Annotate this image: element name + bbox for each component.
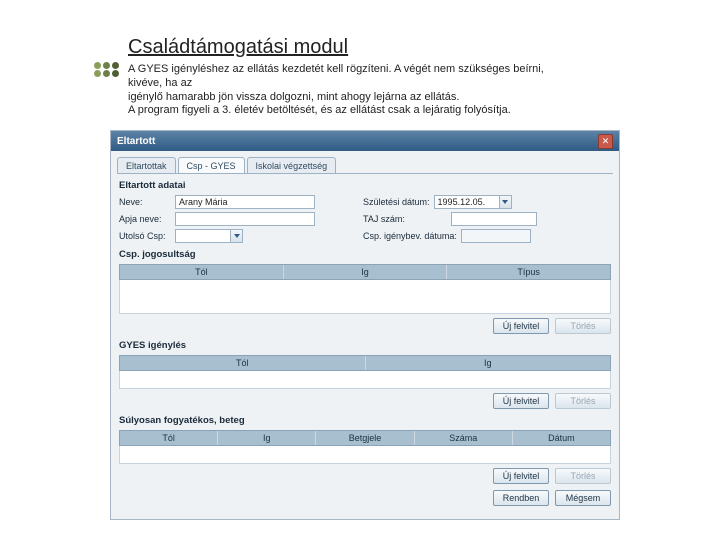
tab-csp-gyes[interactable]: Csp - GYES xyxy=(178,157,245,173)
field-apja[interactable] xyxy=(175,212,315,226)
intro-paragraph: A GYES igényléshez az ellátás kezdetét k… xyxy=(128,63,658,118)
grid2-uj-button[interactable]: Új felvitel xyxy=(493,393,549,409)
page-title: Családtámogatási modul xyxy=(128,36,348,59)
tabstrip: Eltartottak Csp - GYES Iskolai végzettsé… xyxy=(117,157,613,174)
tab-eltartottak[interactable]: Eltartottak xyxy=(117,157,176,173)
bullet-graphic xyxy=(94,62,121,78)
tab-iskolai[interactable]: Iskolai végzettség xyxy=(247,157,337,173)
grid3-col-betgjele[interactable]: Betgjele xyxy=(316,431,414,445)
date-dropdown-icon[interactable] xyxy=(500,195,512,209)
field-neve[interactable]: Arany Mária xyxy=(175,195,315,209)
label-apja: Apja neve: xyxy=(119,214,171,224)
grid1-header: Tól Ig Típus xyxy=(119,264,611,280)
grid2-torles-button[interactable]: Törlés xyxy=(555,393,611,409)
grid3-col-datum[interactable]: Dátum xyxy=(513,431,610,445)
grid1-col-tol[interactable]: Tól xyxy=(120,265,284,279)
grid3-torles-button[interactable]: Törlés xyxy=(555,468,611,484)
grid1-uj-button[interactable]: Új felvitel xyxy=(493,318,549,334)
megsem-button[interactable]: Mégsem xyxy=(555,490,611,506)
label-taj: TAJ szám: xyxy=(363,214,447,224)
window-title: Eltartott xyxy=(117,136,155,147)
utolso-dropdown-icon[interactable] xyxy=(231,229,243,243)
grid3-header: Tól Ig Betgjele Száma Dátum xyxy=(119,430,611,446)
titlebar: Eltartott ✕ xyxy=(111,131,619,151)
field-taj[interactable] xyxy=(451,212,537,226)
section-sulyosan: Súlyosan fogyatékos, beteg xyxy=(119,415,611,426)
grid3-col-szama[interactable]: Száma xyxy=(415,431,513,445)
grid1-body[interactable] xyxy=(119,280,611,314)
grid1-col-tipus[interactable]: Típus xyxy=(447,265,610,279)
field-szuletesi[interactable]: 1995.12.05. xyxy=(434,195,500,209)
grid2-col-tol[interactable]: Tól xyxy=(120,356,366,370)
grid3-col-ig[interactable]: Ig xyxy=(218,431,316,445)
label-neve: Neve: xyxy=(119,197,171,207)
grid2-body[interactable] xyxy=(119,371,611,389)
grid1-torles-button[interactable]: Törlés xyxy=(555,318,611,334)
form-eltartott: Neve: Arany Mária Születési dátum: 1995.… xyxy=(119,195,611,243)
grid3-col-tol[interactable]: Tól xyxy=(120,431,218,445)
rendben-button[interactable]: Rendben xyxy=(493,490,549,506)
label-utolso: Utolsó Csp: xyxy=(119,231,171,241)
grid3-body[interactable] xyxy=(119,446,611,464)
close-icon[interactable]: ✕ xyxy=(598,134,613,149)
field-csp-igeny xyxy=(461,229,531,243)
app-window: Eltartott ✕ Eltartottak Csp - GYES Iskol… xyxy=(110,130,620,520)
grid3-uj-button[interactable]: Új felvitel xyxy=(493,468,549,484)
section-gyes-igenyles: GYES igénylés xyxy=(119,340,611,351)
label-csp-igeny: Csp. igénybev. dátuma: xyxy=(363,231,457,241)
grid2-header: Tól Ig xyxy=(119,355,611,371)
section-csp-jogosultsag: Csp. jogosultság xyxy=(119,249,611,260)
grid1-col-ig[interactable]: Ig xyxy=(284,265,448,279)
label-szuletesi: Születési dátum: xyxy=(363,197,430,207)
section-eltartott-adatai: Eltartott adatai xyxy=(119,180,611,191)
field-utolso[interactable] xyxy=(175,229,231,243)
grid2-col-ig[interactable]: Ig xyxy=(366,356,611,370)
